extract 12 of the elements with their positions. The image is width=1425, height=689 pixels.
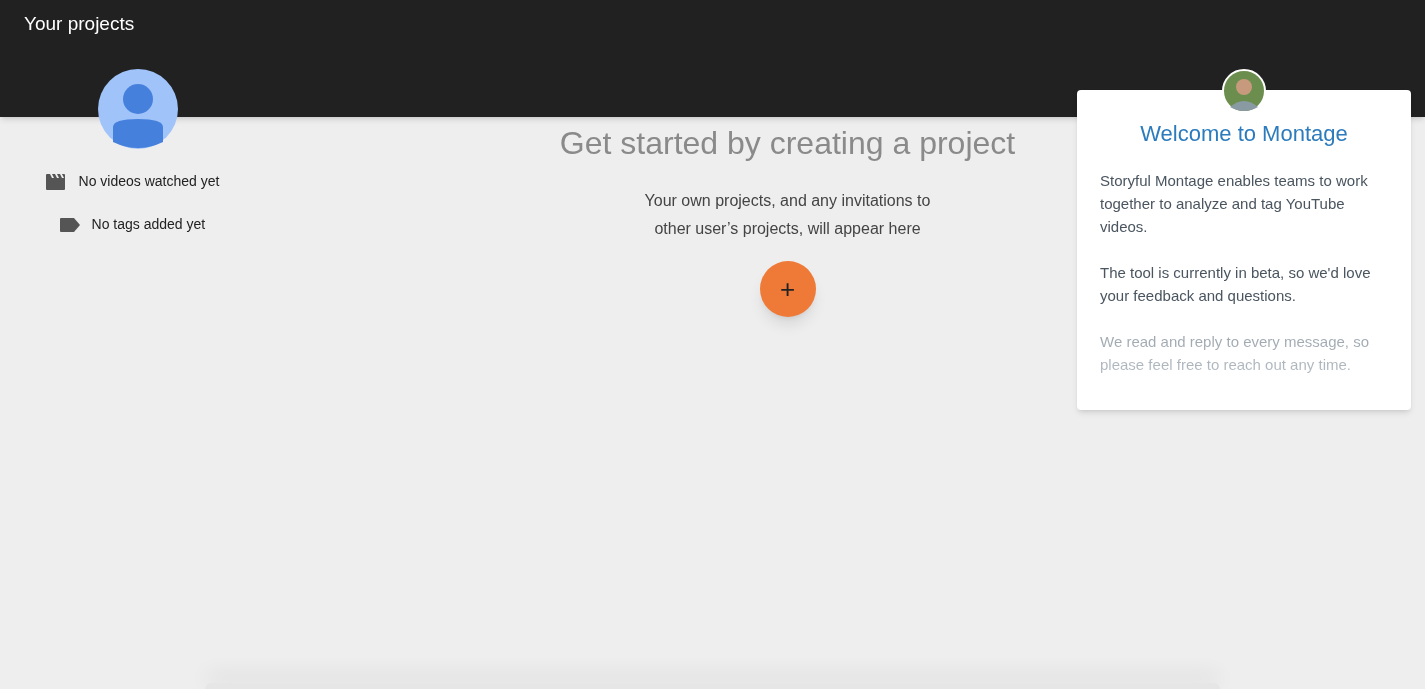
tag-icon xyxy=(59,217,80,232)
add-project-button[interactable]: + xyxy=(759,261,816,317)
clapperboard-icon xyxy=(45,173,67,190)
welcome-paragraph: Storyful Montage enables teams to work together to analyze and tag YouTube videos. xyxy=(1100,171,1369,237)
page-title: Your projects xyxy=(24,13,135,34)
stat-label: No videos watched yet xyxy=(78,172,220,191)
empty-state-description: Your own projects, and any invitations to other user’s projects, will appear here xyxy=(643,191,932,239)
avatar-icon xyxy=(97,69,178,149)
welcome-paragraph: The tool is currently in beta, so we'd love your feedback and questions. xyxy=(1100,263,1372,306)
welcome-title: Welcome to Montage xyxy=(1139,120,1349,148)
stat-label: No tags added yet xyxy=(91,215,206,234)
empty-state-heading: Get started by creating a project xyxy=(559,124,1016,163)
